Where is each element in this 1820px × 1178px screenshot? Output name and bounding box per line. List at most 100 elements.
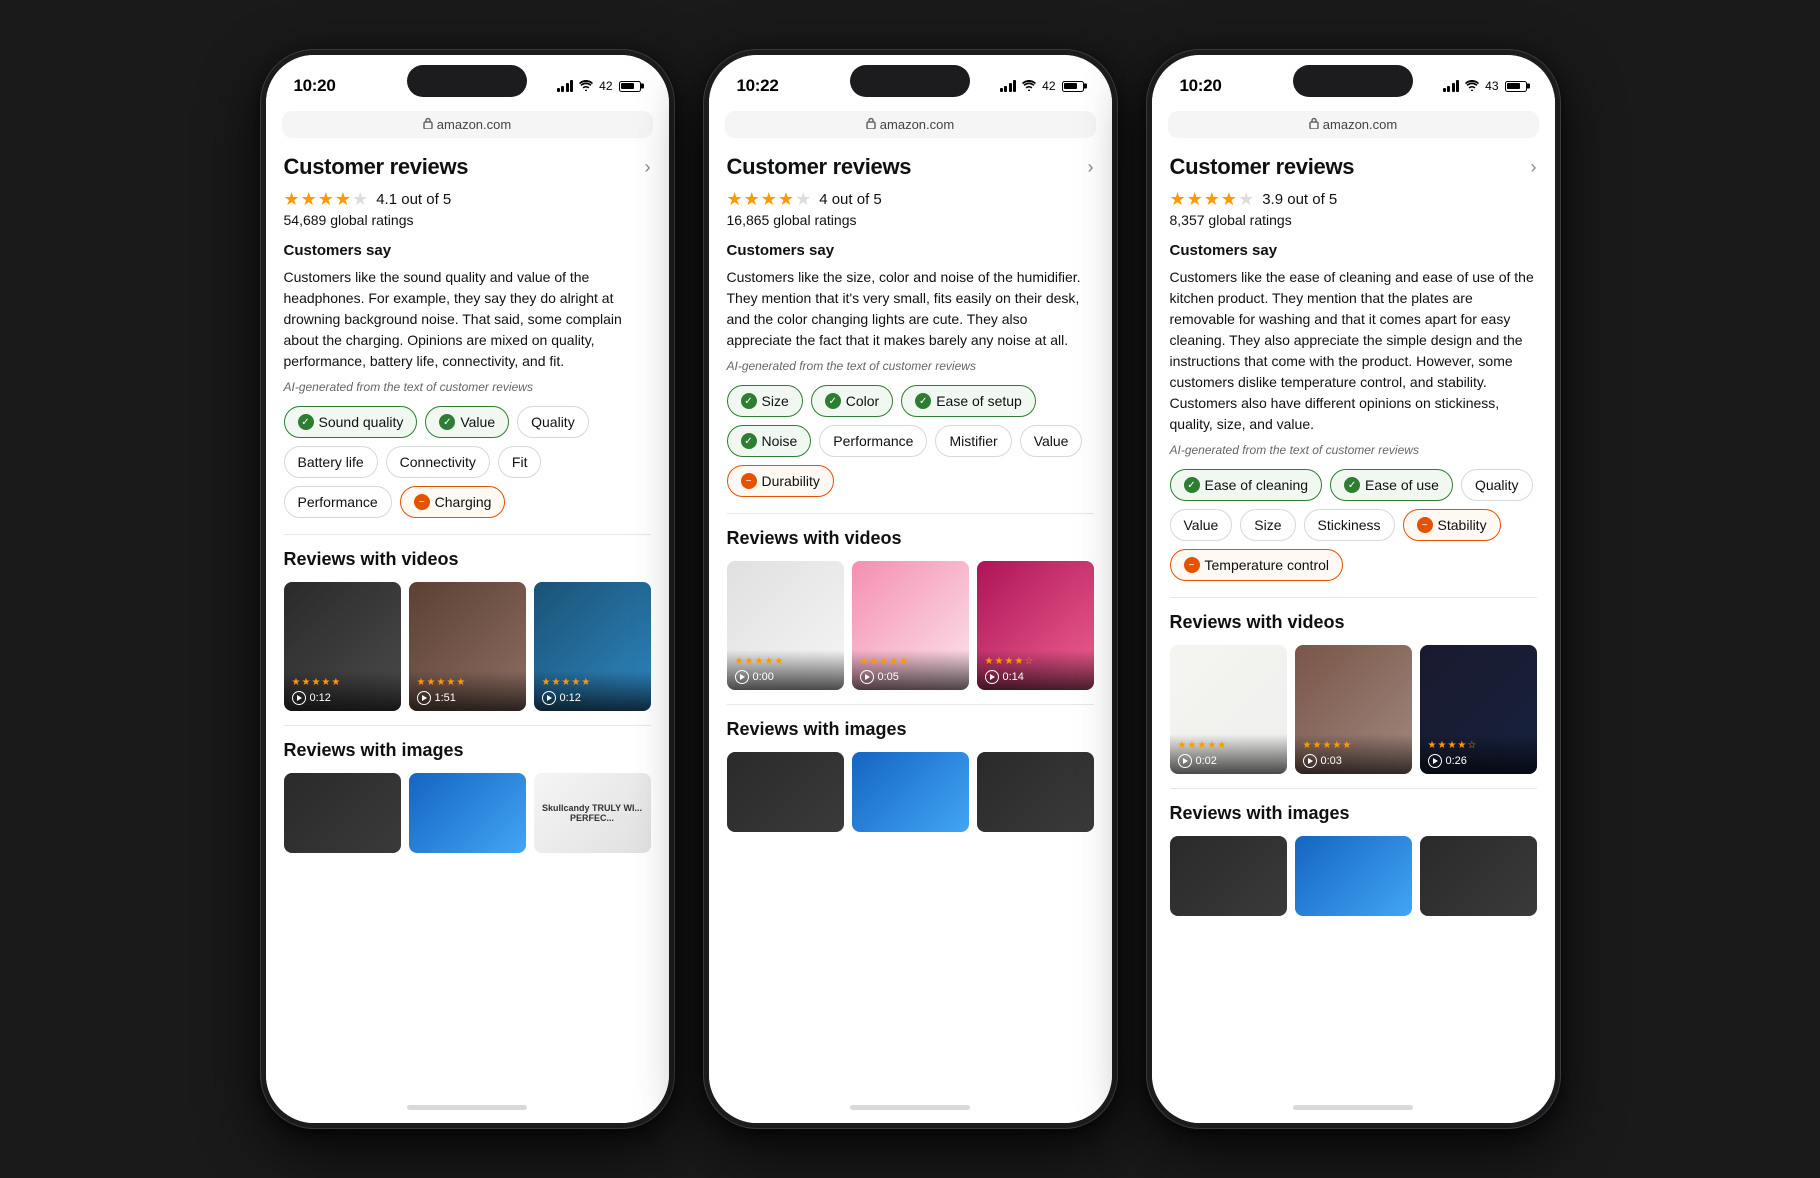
tag-chip[interactable]: ✓Value [425,406,509,438]
star-full: ★ [761,190,777,208]
image-thumbnail[interactable] [852,752,969,832]
image-thumbnail[interactable] [977,752,1094,832]
video-star: ★ [301,677,310,688]
tag-chip[interactable]: Size [1240,509,1295,541]
chevron-right-icon[interactable]: › [645,158,651,176]
image-thumbnail[interactable] [409,773,526,853]
video-thumbnail[interactable]: ★★★★★ 0:03 [1295,645,1412,774]
tag-chip[interactable]: Mistifier [935,425,1011,457]
tag-label: Stability [1438,517,1487,533]
video-star: ★ [1004,656,1013,667]
play-icon[interactable] [735,670,749,684]
tag-label: Noise [762,433,798,449]
image-thumbnail[interactable] [727,752,844,832]
screen-content[interactable]: Customer reviews › ★★★★★ 4 out of 5 16,8… [709,138,1112,1091]
signal-bars-icon [1443,80,1460,92]
image-thumbnail[interactable] [1295,836,1412,916]
status-time: 10:20 [1180,76,1222,96]
image-thumbnail[interactable]: Skullcandy TRULY WI... PERFEC... [534,773,651,853]
play-icon[interactable] [542,691,556,705]
tag-chip[interactable]: Stickiness [1304,509,1395,541]
tag-chip[interactable]: −Stability [1403,509,1501,541]
tag-chip[interactable]: Performance [284,486,392,518]
customers-say-text: Customers like the size, color and noise… [727,267,1094,351]
tag-chip[interactable]: −Charging [400,486,506,518]
tag-label: Quality [531,414,575,430]
video-thumbnail[interactable]: ★★★★★ 0:12 [284,582,401,711]
video-thumbnail[interactable]: ★★★★★ 0:02 [1170,645,1287,774]
star-full: ★ [1170,190,1186,208]
video-thumbnail[interactable]: ★★★★☆ 0:26 [1420,645,1537,774]
tag-chip[interactable]: Battery life [284,446,378,478]
video-thumbnail[interactable]: ★★★★★ 0:00 [727,561,844,690]
section-divider [284,534,651,535]
global-ratings: 16,865 global ratings [727,212,1094,228]
reviews-images-title: Reviews with images [284,740,651,761]
tag-chip[interactable]: Fit [498,446,542,478]
chevron-right-icon[interactable]: › [1531,158,1537,176]
tag-chip[interactable]: Quality [1461,469,1533,501]
video-thumbnail[interactable]: ★★★★☆ 0:14 [977,561,1094,690]
image-thumbnail[interactable] [284,773,401,853]
screen-content[interactable]: Customer reviews › ★★★★★ 3.9 out of 5 8,… [1152,138,1555,1091]
signal-bars-icon [1000,80,1017,92]
video-thumbnails-row: ★★★★★ 0:12 ★★★★★ [284,582,651,711]
tag-chip[interactable]: Quality [517,406,589,438]
battery-fill [621,83,634,89]
video-duration-row: 0:12 [542,691,643,705]
video-thumbnail[interactable]: ★★★★★ 0:05 [852,561,969,690]
status-time: 10:22 [737,76,779,96]
battery-body [1505,81,1527,92]
address-bar[interactable]: amazon.com [725,111,1096,138]
video-star: ★ [1437,740,1446,751]
tag-label: Performance [833,433,913,449]
tag-chip[interactable]: Connectivity [386,446,490,478]
tags-container: ✓ Size ✓Color✓Ease of setup ✓Noise Performan… [727,385,1094,497]
play-icon[interactable] [417,691,431,705]
address-bar[interactable]: amazon.com [1168,111,1539,138]
tag-label: Temperature control [1205,557,1330,573]
tag-chip[interactable]: ✓Ease of setup [901,385,1036,417]
video-thumbnail[interactable]: ★★★★★ 0:12 [534,582,651,711]
video-star: ★ [1342,740,1351,751]
play-icon[interactable] [292,691,306,705]
tag-chip[interactable]: ✓Sound quality [284,406,418,438]
video-star: ★ [581,677,590,688]
address-bar[interactable]: amazon.com [282,111,653,138]
play-icon[interactable] [985,670,999,684]
image-thumbnail[interactable] [1420,836,1537,916]
positive-tag-icon: ✓ [741,393,757,409]
video-rating-stars: ★★★★★ [292,677,393,688]
image-thumbnail[interactable] [1170,836,1287,916]
tag-chip[interactable]: ✓Noise [727,425,812,457]
tag-chip[interactable]: −Durability [727,465,834,497]
video-rating-stars: ★★★★★ [542,677,643,688]
tag-label: Value [1034,433,1069,449]
section-divider [1170,597,1537,598]
tag-label: Quality [1475,477,1519,493]
video-duration-row: 0:12 [292,691,393,705]
play-icon[interactable] [1428,754,1442,768]
play-triangle [297,695,302,701]
video-star: ★ [331,677,340,688]
play-icon[interactable] [1303,754,1317,768]
tag-chip[interactable]: Value [1020,425,1083,457]
negative-tag-icon: − [741,473,757,489]
play-icon[interactable] [1178,754,1192,768]
tag-chip[interactable]: Performance [819,425,927,457]
chevron-right-icon[interactable]: › [1088,158,1094,176]
tag-chip[interactable]: ✓ Size [727,385,803,417]
video-star: ★ [561,677,570,688]
tag-chip[interactable]: ✓Ease of use [1330,469,1453,501]
tag-chip[interactable]: ✓Ease of cleaning [1170,469,1323,501]
screen-content[interactable]: Customer reviews › ★★★★★ 4.1 out of 5 54… [266,138,669,1091]
tag-chip[interactable]: ✓Color [811,385,893,417]
tag-chip[interactable]: Value [1170,509,1233,541]
tag-label: Size [762,393,789,409]
play-triangle [547,695,552,701]
play-icon[interactable] [860,670,874,684]
status-icons: 42 [557,79,641,93]
video-thumbnail[interactable]: ★★★★★ 1:51 [409,582,526,711]
video-star: ★ [542,677,551,688]
tag-chip[interactable]: −Temperature control [1170,549,1344,581]
